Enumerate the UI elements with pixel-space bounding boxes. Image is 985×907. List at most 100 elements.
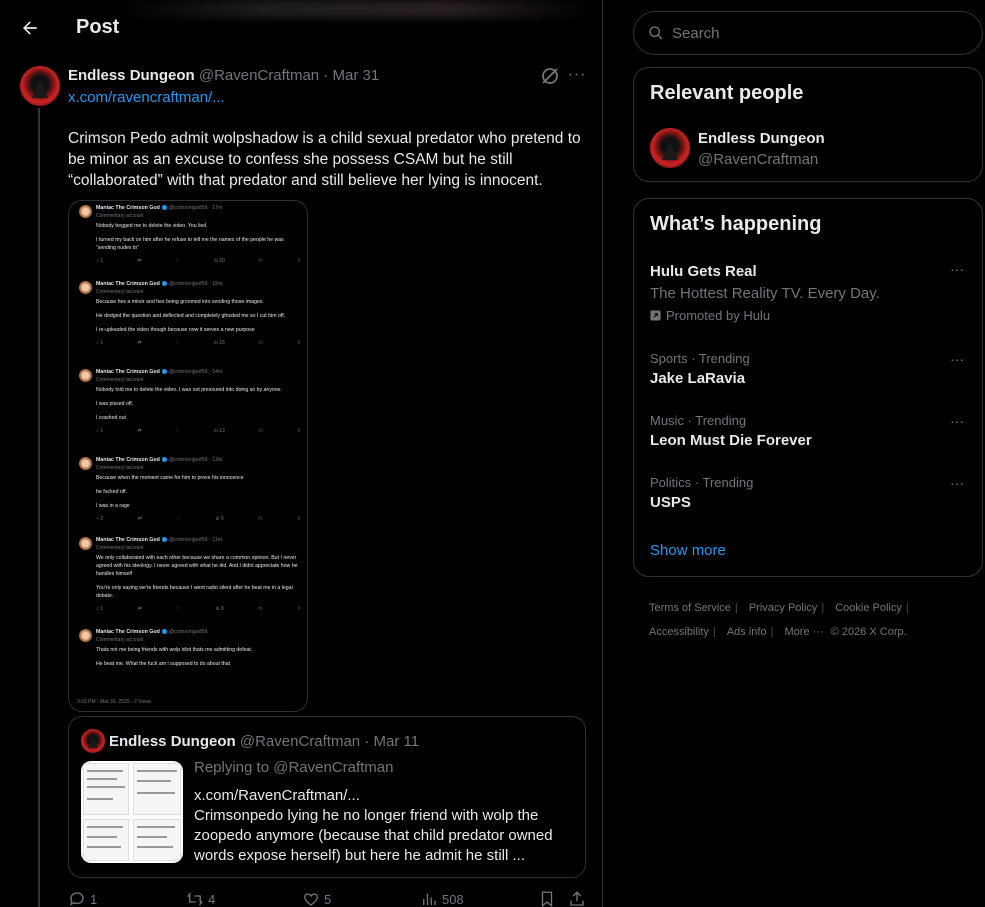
trend-name: Hulu Gets Real: [650, 263, 757, 280]
screenshot-subtitle: Commentary account: [96, 213, 144, 219]
screenshot-line: I was pissed off.: [96, 401, 134, 407]
back-button[interactable]: [16, 14, 44, 42]
person-avatar[interactable]: [650, 128, 690, 168]
post-date[interactable]: Mar 31: [332, 67, 379, 84]
promo-subtitle: The Hottest Reality TV. Every Day.: [650, 285, 880, 302]
screenshot-actions: ○ 1 ⇄ ♡ ılı 20 ⊓ ⇧: [96, 258, 301, 264]
quoted-post[interactable]: Endless Dungeon @RavenCraftman · Mar 11 …: [68, 716, 586, 878]
screenshot-subtitle: Commentary account: [96, 289, 144, 295]
verified-badge-icon: [161, 457, 167, 463]
footer-link[interactable]: Accessibility: [649, 620, 709, 644]
main-column: Post Endless Dungeon @RavenCraftman · Ma…: [0, 0, 603, 907]
screenshot-stat: ılı 8: [215, 606, 224, 612]
footer-link[interactable]: Terms of Service: [649, 596, 731, 620]
screenshot-line: We only collaborated with each other bec…: [96, 555, 298, 577]
grok-button[interactable]: [540, 66, 560, 86]
screenshot-body: Thats not me being friends with wolp idi…: [96, 646, 301, 668]
author-handle[interactable]: @RavenCraftman: [199, 67, 319, 84]
screenshot-stat: ılı 13: [213, 428, 225, 434]
post-link[interactable]: x.com/ravencraftman/...: [68, 89, 225, 106]
screenshot-stat: ılı 9: [215, 516, 224, 522]
screenshot-stat: ılı 20: [213, 258, 225, 264]
screenshot-stat: ⇧: [296, 258, 301, 264]
more-options-icon[interactable]: ···: [947, 413, 967, 429]
screenshot-author-name: Maniac The Crimson God: [96, 629, 160, 635]
screenshot-post-header: Maniac The Crimson God @crimsongod56 Comme…: [77, 629, 301, 643]
post-image[interactable]: Maniac The Crimson God @crimsongod56 · 17…: [68, 200, 308, 712]
trend-item[interactable]: Politics · Trending USPS ···: [634, 471, 982, 521]
footer-link[interactable]: Cookie Policy: [835, 596, 902, 620]
relevant-people-title: Relevant people: [650, 82, 804, 104]
screenshot-stat-count: 13: [219, 428, 225, 434]
verified-badge-icon: [161, 537, 167, 543]
screenshot-author: Maniac The Crimson God @crimsongod56 · 13…: [96, 457, 223, 463]
bookmark-button[interactable]: [538, 890, 556, 907]
screenshot-avatar: [79, 205, 92, 218]
screenshot-stat: ⇄: [137, 428, 142, 434]
screenshot-post-header: Maniac The Crimson God @crimsongod56 · 15…: [77, 281, 301, 295]
reply-button[interactable]: 1: [68, 890, 97, 907]
grok-icon: [542, 68, 558, 84]
screenshot-stat: ⊓: [258, 258, 263, 264]
screenshot-stat: ılı 15: [213, 340, 225, 346]
screenshot-body: We only collaborated with each other bec…: [96, 554, 301, 600]
avatar[interactable]: [20, 66, 60, 106]
screenshot-body: Nobody begged me to delete the video. Yo…: [96, 222, 301, 252]
trend-name: Leon Must Die Forever: [650, 432, 812, 449]
more-options-icon[interactable]: ···: [947, 351, 967, 367]
arrow-left-icon: [23, 21, 37, 35]
screenshot-stat-count: 2: [100, 516, 104, 522]
footer-link[interactable]: Privacy Policy: [749, 596, 817, 620]
footer-link[interactable]: Ads info: [727, 620, 767, 644]
screenshot-stat: ○ 1: [96, 258, 104, 264]
trend-context: Politics · Trending: [650, 475, 754, 490]
like-button[interactable]: 5: [302, 890, 331, 907]
screenshot-stat: ♡: [175, 258, 180, 264]
post-header: Endless Dungeon @RavenCraftman · Mar 31: [68, 67, 379, 84]
trend-name: USPS: [650, 494, 691, 511]
screenshot-handle: @crimsongod56 · 13m: [168, 457, 223, 463]
screenshot-line: I crashed out: [96, 415, 126, 421]
person-name[interactable]: Endless Dungeon: [698, 130, 825, 147]
repost-button[interactable]: 4: [186, 890, 215, 907]
search-box[interactable]: [633, 11, 983, 55]
screenshot-author-name: Maniac The Crimson God: [96, 205, 160, 211]
screenshot-body: Because when the moment came for him to …: [96, 474, 301, 510]
views-icon: [423, 893, 436, 905]
repost-icon: [186, 892, 204, 906]
views-button[interactable]: 508: [420, 890, 464, 907]
screenshot-author-name: Maniac The Crimson God: [96, 457, 160, 463]
screenshot-stat: ♡: [176, 516, 182, 522]
screenshot-author: Maniac The Crimson God @crimsongod56 · 17…: [96, 205, 223, 211]
share-button[interactable]: [568, 890, 586, 907]
reply-icon: [69, 892, 84, 906]
screenshot-stat-count: 1: [100, 258, 104, 264]
search-input[interactable]: [672, 24, 952, 42]
more-options-icon[interactable]: ···: [947, 261, 967, 277]
screenshot-body: Because hes a minor and hes being groome…: [96, 298, 301, 334]
author-name[interactable]: Endless Dungeon: [68, 67, 195, 84]
footer-link[interactable]: More ···: [785, 620, 824, 644]
person-handle[interactable]: @RavenCraftman: [698, 151, 818, 168]
show-more-link[interactable]: Show more: [650, 542, 726, 559]
more-options-icon[interactable]: ···: [947, 475, 967, 491]
more-options-icon[interactable]: ···: [566, 66, 588, 86]
screenshot-actions: ○ 1 ⇄ ♡ ılı 15 ⊓ ⇧: [96, 340, 301, 346]
screenshot-stat: ⇄: [137, 516, 142, 522]
screenshot-stat-count: 9: [220, 516, 224, 522]
trend-item[interactable]: Music · Trending Leon Must Die Forever ·…: [634, 409, 982, 459]
whats-happening-title: What’s happening: [650, 213, 822, 235]
screenshot-stat-count: 15: [219, 340, 225, 346]
screenshot-author-name: Maniac The Crimson God: [96, 537, 160, 543]
trend-item[interactable]: Sports · Trending Jake LaRavia ···: [634, 347, 982, 397]
screenshot-actions: ○ 1 ⇄ ♡ ılı 8 ⊓ ⇧: [96, 606, 301, 612]
screenshot-stat: ⇧: [296, 340, 301, 346]
screenshot-post: Maniac The Crimson God @crimsongod56 · 17…: [77, 205, 301, 264]
screenshot-post: Maniac The Crimson God @crimsongod56 Comme…: [77, 629, 301, 674]
like-count: 5: [324, 891, 332, 907]
screenshot-stat: ○ 2: [96, 516, 104, 522]
screenshot-stat: ⇄: [137, 258, 142, 264]
promoted-by-text: Promoted by Hulu: [666, 308, 771, 323]
screenshot-line: I was in a rage: [96, 503, 130, 509]
screenshot-post: Maniac The Crimson God @crimsongod56 · 13…: [77, 457, 301, 522]
